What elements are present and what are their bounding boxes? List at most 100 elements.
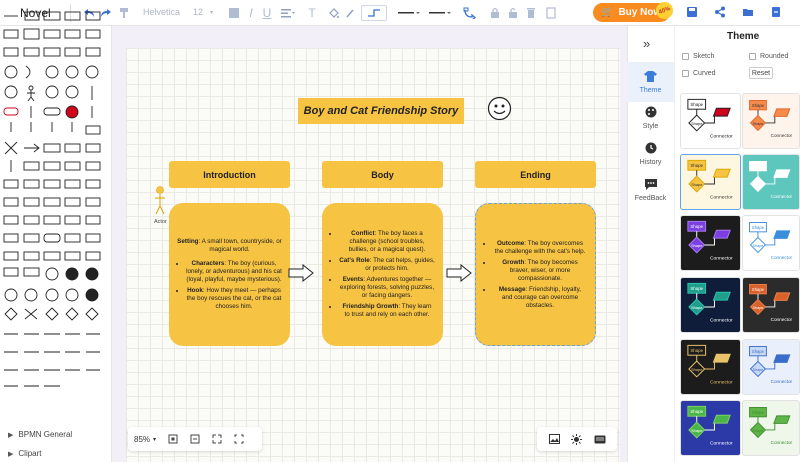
light-mode-icon[interactable]	[571, 433, 583, 445]
body-item: Friendship Growth: They learn to trust a…	[339, 303, 435, 319]
svg-text:Connector: Connector	[771, 379, 793, 384]
svg-text:Connector: Connector	[771, 255, 793, 260]
svg-text:Connector: Connector	[710, 134, 733, 140]
svg-text:Shape: Shape	[691, 367, 702, 372]
chevron-right-icon: ▶	[8, 450, 14, 458]
svg-text:Shape: Shape	[752, 164, 765, 169]
connector-style-icon[interactable]	[361, 5, 387, 21]
collapse-panel-icon[interactable]: »	[643, 36, 650, 51]
curved-checkbox[interactable]	[682, 70, 689, 77]
curved-option[interactable]: Curved	[682, 70, 716, 77]
arrow-intro-to-body[interactable]	[288, 264, 314, 282]
underline-icon[interactable]: U	[262, 6, 272, 20]
header-introduction[interactable]: Introduction	[169, 161, 290, 188]
save-icon[interactable]	[686, 6, 698, 18]
theme-card[interactable]: Shape Shape Connector	[680, 154, 741, 210]
font-family-select[interactable]: Helvetica	[143, 7, 183, 17]
svg-text:Shape: Shape	[690, 409, 703, 414]
svg-text:Connector: Connector	[771, 194, 793, 199]
image-icon[interactable]	[548, 433, 560, 445]
zoom-level[interactable]: 85%	[134, 435, 150, 444]
theme-card[interactable]: Shape Shape Connector	[680, 400, 741, 456]
library-item-clipart[interactable]: ▶ Clipart	[8, 449, 42, 458]
folder-icon[interactable]	[742, 6, 754, 18]
svg-text:Shape: Shape	[752, 103, 765, 108]
tab-history[interactable]: History	[627, 134, 674, 174]
theme-card[interactable]: Shape Shape Connector	[742, 400, 800, 456]
svg-text:Shape: Shape	[690, 102, 703, 107]
fullscreen-icon[interactable]	[233, 433, 245, 445]
ending-item: Outcome: The boy overcomes the challenge…	[493, 240, 587, 256]
smiley-icon[interactable]	[487, 96, 512, 121]
tab-theme[interactable]: Theme	[627, 62, 674, 102]
arrow-body-to-ending[interactable]	[446, 264, 472, 282]
intro-item: Characters: The boy (curious, lonely, or…	[186, 260, 282, 284]
svg-text:Shape: Shape	[753, 368, 764, 372]
line-color-icon[interactable]	[344, 6, 356, 20]
theme-card[interactable]: Shape Shape Connector	[680, 215, 741, 271]
svg-text:Connector: Connector	[710, 195, 733, 201]
svg-text:Connector: Connector	[710, 441, 733, 447]
lock-icon[interactable]	[489, 6, 501, 20]
tab-feedback[interactable]: FeedBack	[627, 170, 674, 210]
reset-button[interactable]: Reset	[749, 67, 773, 79]
arrange-icon[interactable]	[462, 6, 478, 20]
svg-text:Shape: Shape	[752, 287, 765, 292]
unlock-icon[interactable]	[507, 6, 519, 20]
theme-card[interactable]: Shape Shape Connector	[680, 277, 741, 333]
header-body[interactable]: Body	[322, 161, 443, 188]
content-body[interactable]: Conflict: The boy faces a challenge (sch…	[322, 203, 443, 346]
svg-text:Shape: Shape	[752, 349, 765, 354]
svg-text:Shape: Shape	[690, 286, 703, 291]
sketch-option[interactable]: Sketch	[682, 53, 714, 60]
keyboard-icon[interactable]	[594, 433, 606, 445]
tab-style[interactable]: Style	[627, 98, 674, 138]
bin-icon[interactable]	[525, 6, 537, 20]
theme-card[interactable]: Shape Shape Connector	[680, 93, 741, 149]
line-style-icon[interactable]	[397, 6, 421, 20]
theme-card[interactable]: Shape Shape Connector	[742, 154, 800, 210]
align-icon[interactable]	[280, 6, 296, 20]
header-ending[interactable]: Ending	[475, 161, 596, 188]
content-introduction[interactable]: Setting: A small town, countryside, or m…	[169, 203, 290, 346]
format-painter-icon[interactable]	[117, 6, 131, 20]
chevron-down-icon[interactable]: ▾	[153, 436, 156, 443]
svg-text:Connector: Connector	[710, 380, 733, 386]
chevron-right-icon: ▶	[8, 431, 14, 439]
fit-page-icon[interactable]	[167, 433, 179, 445]
line-weight-icon[interactable]	[428, 6, 452, 20]
svg-text:Shape: Shape	[691, 182, 702, 187]
sketch-checkbox[interactable]	[682, 53, 689, 60]
theme-card[interactable]: Shape Shape Connector	[742, 339, 800, 395]
svg-text:Shape: Shape	[753, 429, 764, 433]
svg-text:Shape: Shape	[752, 225, 765, 230]
svg-text:Connector: Connector	[710, 256, 733, 262]
svg-text:Connector: Connector	[771, 317, 793, 322]
chevron-down-icon[interactable]: ▾	[210, 9, 213, 16]
fill-icon[interactable]	[327, 6, 339, 20]
more-icon[interactable]	[545, 6, 557, 20]
theme-card[interactable]: Shape Shape Connector	[742, 215, 800, 271]
shape-library-grid[interactable]	[2, 8, 106, 398]
bold-icon[interactable]	[228, 6, 240, 20]
share-icon[interactable]	[714, 6, 726, 18]
svg-text:Shape: Shape	[753, 122, 764, 126]
library-item-bpmn-general[interactable]: ▶ BPMN General	[8, 430, 72, 439]
theme-card[interactable]: Shape Shape Connector	[680, 339, 741, 395]
svg-text:Shape: Shape	[691, 305, 702, 310]
svg-text:Shape: Shape	[753, 306, 764, 310]
fit-screen-icon[interactable]	[211, 433, 223, 445]
clock-icon	[645, 142, 657, 157]
theme-card[interactable]: Shape Shape Connector	[742, 93, 800, 149]
text-color-icon[interactable]: T	[306, 6, 318, 20]
diagram-title[interactable]: Boy and Cat Friendship Story	[298, 98, 464, 124]
content-ending[interactable]: Outcome: The boy overcomes the challenge…	[475, 203, 596, 346]
fit-width-icon[interactable]	[189, 433, 201, 445]
svg-text:Shape: Shape	[752, 410, 765, 415]
theme-card[interactable]: Shape Shape Connector	[742, 277, 800, 333]
rounded-option[interactable]: Rounded	[749, 53, 788, 60]
rounded-checkbox[interactable]	[749, 53, 756, 60]
export-icon[interactable]	[770, 6, 784, 18]
intro-item: Setting: A small town, countryside, or m…	[177, 238, 282, 253]
italic-icon[interactable]: I	[246, 6, 256, 20]
